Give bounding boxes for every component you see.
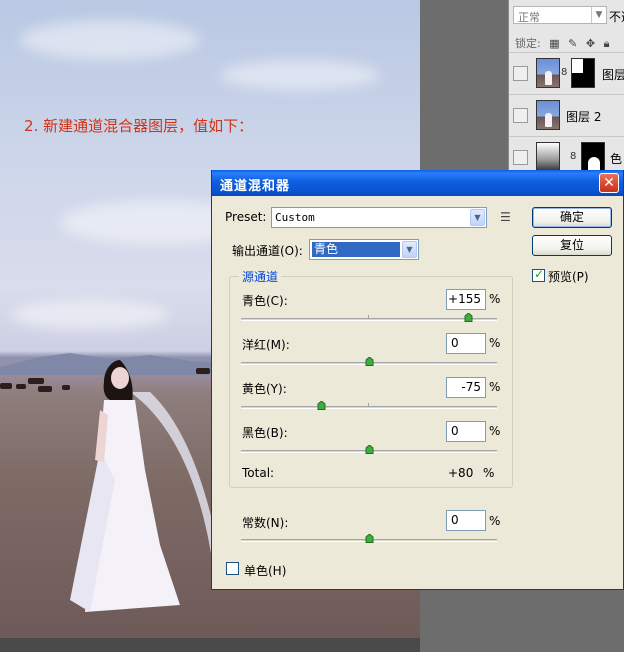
preset-label: Preset:: [225, 210, 267, 224]
adjustment-layer-thumbnail: [536, 142, 560, 172]
blend-mode-select[interactable]: 正常 ▼: [513, 6, 607, 24]
monochrome-checkbox[interactable]: [226, 562, 239, 575]
layer-name: 图层: [602, 68, 624, 82]
paint-lock-icon[interactable]: ✎: [568, 37, 577, 50]
close-button[interactable]: ✕: [599, 173, 619, 193]
lock-row: 锁定: ▦ ✎ ✥ 🔒︎: [515, 35, 609, 51]
dialog-titlebar[interactable]: 通道混和器 ✕: [212, 170, 623, 196]
layer-name: 图层 2: [566, 110, 602, 124]
layer-thumbnail: [536, 58, 560, 88]
black-slider[interactable]: [241, 445, 497, 454]
magenta-slider-knob[interactable]: [365, 357, 374, 366]
output-channel-select[interactable]: 青色 ▼: [309, 239, 419, 260]
blend-mode-value: 正常: [518, 11, 540, 24]
layer-row[interactable]: 图层 2: [509, 94, 624, 137]
preset-options-icon[interactable]: ☰: [500, 210, 511, 224]
yellow-slider[interactable]: [241, 401, 497, 410]
layers-panel: 正常 ▼ 不透 锁定: ▦ ✎ ✥ 🔒︎ 8 图层 图层 2 8 色: [508, 0, 624, 175]
yellow-unit: %: [489, 380, 501, 394]
constant-slider[interactable]: [241, 534, 497, 543]
chevron-down-icon[interactable]: ▼: [402, 241, 417, 258]
yellow-value-input[interactable]: -75: [446, 377, 486, 398]
black-label: 黑色(B):: [242, 426, 288, 440]
constant-label: 常数(N):: [242, 516, 289, 530]
magenta-unit: %: [489, 336, 501, 350]
canvas-bottom-bar: [0, 638, 420, 652]
cyan-slider-knob[interactable]: [464, 313, 473, 322]
preset-select[interactable]: Custom ▼: [271, 207, 487, 228]
cyan-label: 青色(C):: [242, 294, 288, 308]
black-unit: %: [489, 424, 501, 438]
monochrome-label: 单色(H): [244, 564, 287, 578]
constant-slider-knob[interactable]: [365, 534, 374, 543]
padlock-icon[interactable]: 🔒︎: [604, 37, 610, 51]
constant-value-input[interactable]: 0: [446, 510, 486, 531]
move-lock-icon[interactable]: ✥: [586, 37, 595, 50]
preview-checkbox[interactable]: ✓: [532, 267, 545, 282]
chevron-down-icon[interactable]: ▼: [470, 209, 485, 226]
source-channels-title: 源通道: [239, 268, 282, 285]
channel-mixer-dialog: 通道混和器 ✕ Preset: Custom ▼ ☰ 输出通道(O): 青色 ▼…: [211, 170, 624, 590]
link-icon: 8: [561, 67, 568, 78]
black-value-input[interactable]: 0: [446, 421, 486, 442]
tutorial-caption: 2. 新建通道混合器图层，值如下：: [24, 117, 254, 135]
magenta-slider[interactable]: [241, 357, 497, 366]
constant-unit: %: [489, 514, 501, 528]
visibility-toggle[interactable]: [513, 66, 528, 81]
ok-button[interactable]: 确定: [532, 207, 612, 228]
visibility-toggle[interactable]: [513, 108, 528, 123]
magenta-label: 洋红(M):: [242, 338, 290, 352]
black-slider-knob[interactable]: [365, 445, 374, 454]
transparency-lock-icon[interactable]: ▦: [549, 37, 559, 50]
output-channel-label: 输出通道(O):: [232, 244, 303, 258]
visibility-toggle[interactable]: [513, 150, 528, 165]
yellow-slider-knob[interactable]: [317, 401, 326, 410]
checkmark-icon: ✓: [534, 267, 545, 281]
cyan-unit: %: [489, 292, 501, 306]
total-label: Total:: [242, 466, 275, 480]
preview-label: 预览(P): [548, 270, 589, 284]
opacity-label: 不透: [609, 10, 624, 24]
total-value: +80: [448, 466, 474, 480]
layer-name: 色: [610, 152, 623, 166]
layer-mask-thumbnail[interactable]: [571, 58, 595, 88]
cyan-value-input[interactable]: +155: [446, 289, 486, 310]
dialog-title: 通道混和器: [220, 179, 291, 194]
cyan-slider[interactable]: [241, 313, 497, 322]
chevron-down-icon[interactable]: ▼: [591, 7, 606, 23]
yellow-label: 黄色(Y):: [242, 382, 287, 396]
link-icon: 8: [570, 151, 577, 162]
preset-value: Custom: [275, 211, 315, 224]
total-unit: %: [483, 466, 495, 480]
layer-row[interactable]: 8 图层: [509, 52, 624, 95]
magenta-value-input[interactable]: 0: [446, 333, 486, 354]
layer-mask-thumbnail[interactable]: [581, 142, 605, 172]
layer-thumbnail: [536, 100, 560, 130]
reset-button[interactable]: 复位: [532, 235, 612, 256]
output-channel-value: 青色: [311, 241, 401, 258]
lock-label: 锁定:: [515, 37, 541, 50]
